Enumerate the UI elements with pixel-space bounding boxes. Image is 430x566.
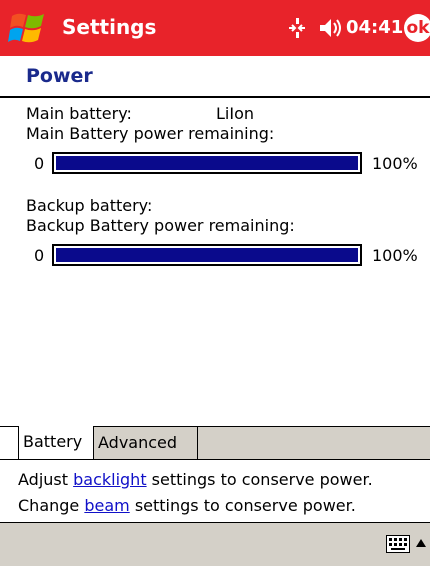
tab-strip-filler bbox=[198, 427, 430, 459]
backlight-hint-prefix: Adjust bbox=[18, 470, 74, 489]
backup-battery-label: Backup battery: bbox=[26, 196, 153, 215]
beam-link[interactable]: beam bbox=[84, 496, 129, 515]
backup-battery-progress-bar bbox=[52, 244, 362, 266]
keyboard-icon[interactable] bbox=[386, 535, 410, 553]
backup-battery-percent: 100% bbox=[372, 246, 418, 265]
divider bbox=[0, 96, 430, 98]
beam-hint-prefix: Change bbox=[18, 496, 85, 515]
main-battery-progress-bar bbox=[52, 152, 362, 174]
main-battery-progress-fill bbox=[56, 156, 358, 170]
ok-button[interactable]: ok bbox=[404, 14, 430, 42]
up-arrow-icon[interactable] bbox=[416, 539, 426, 547]
page-title: Power bbox=[26, 65, 93, 87]
title-bar: Settings 04:41 ok bbox=[0, 0, 430, 56]
main-battery-type: LiIon bbox=[216, 104, 255, 123]
backlight-hint: Adjust backlight settings to conserve po… bbox=[18, 470, 373, 490]
clock[interactable]: 04:41 bbox=[346, 16, 403, 40]
main-battery-label: Main battery: bbox=[26, 104, 132, 123]
tab-strip-bottom-rule bbox=[0, 459, 430, 460]
beam-hint: Change beam settings to conserve power. bbox=[18, 496, 356, 516]
speaker-icon[interactable] bbox=[318, 16, 344, 40]
tab-battery[interactable]: Battery bbox=[18, 426, 94, 460]
backlight-hint-suffix: settings to conserve power. bbox=[146, 470, 373, 489]
windows-flag-icon[interactable] bbox=[8, 10, 48, 48]
backup-battery-progress-fill bbox=[56, 248, 358, 262]
connectivity-icon[interactable] bbox=[286, 16, 308, 40]
menu-bar bbox=[0, 522, 430, 566]
backup-battery-remaining-label: Backup Battery power remaining: bbox=[26, 216, 295, 235]
backup-battery-min-label: 0 bbox=[34, 246, 45, 265]
main-battery-remaining-label: Main Battery power remaining: bbox=[26, 124, 275, 143]
main-battery-min-label: 0 bbox=[34, 154, 45, 173]
beam-hint-suffix: settings to conserve power. bbox=[129, 496, 356, 515]
backlight-link[interactable]: backlight bbox=[73, 470, 146, 489]
main-battery-percent: 100% bbox=[372, 154, 418, 173]
window-title: Settings bbox=[62, 15, 157, 39]
tab-advanced[interactable]: Advanced bbox=[94, 426, 198, 460]
